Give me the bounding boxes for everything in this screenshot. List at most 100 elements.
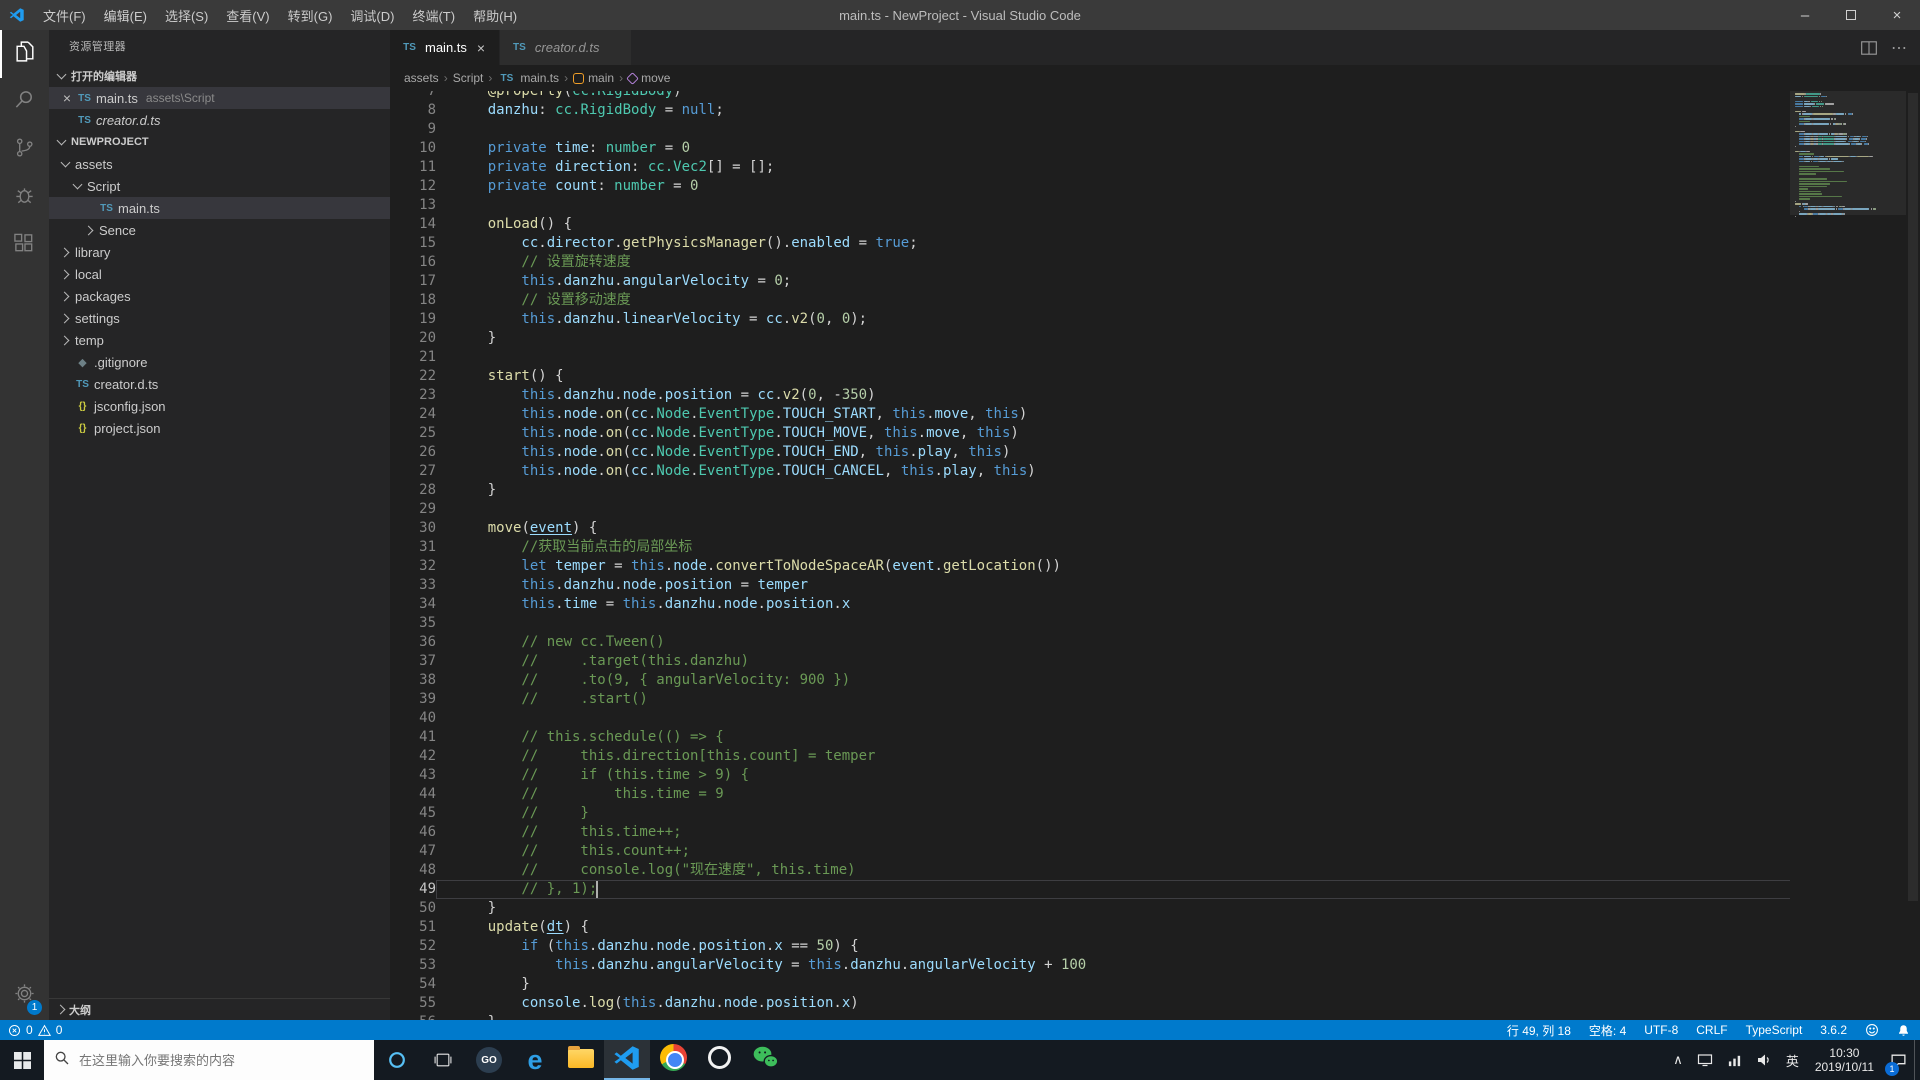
tray-expand-icon[interactable]: ∧ xyxy=(1666,1040,1690,1080)
code-line-36[interactable]: 36 // new cc.Tween() xyxy=(390,633,1920,652)
code-line-27[interactable]: 27 this.node.on(cc.Node.EventType.TOUCH_… xyxy=(390,462,1920,481)
open-editors-header[interactable]: 打开的编辑器 xyxy=(49,65,390,87)
code-line-40[interactable]: 40 xyxy=(390,709,1920,728)
line-number[interactable]: 26 xyxy=(390,443,436,462)
menu-item-3[interactable]: 查看(V) xyxy=(217,0,278,30)
line-number[interactable]: 8 xyxy=(390,101,436,120)
code-line-31[interactable]: 31 //获取当前点击的局部坐标 xyxy=(390,538,1920,557)
line-number[interactable]: 33 xyxy=(390,576,436,595)
tree-item-main-ts[interactable]: TS main.ts xyxy=(49,197,390,219)
line-number[interactable]: 38 xyxy=(390,671,436,690)
tree-item-gitignore[interactable]: ◆ .gitignore xyxy=(49,351,390,373)
code-line-18[interactable]: 18 // 设置移动速度 xyxy=(390,291,1920,310)
tree-item-jsconfig-json[interactable]: {} jsconfig.json xyxy=(49,395,390,417)
code-line-43[interactable]: 43 // if (this.time > 9) { xyxy=(390,766,1920,785)
code-line-38[interactable]: 38 // .to(9, { angularVelocity: 900 }) xyxy=(390,671,1920,690)
line-number[interactable]: 42 xyxy=(390,747,436,766)
code-line-52[interactable]: 52 if (this.danzhu.node.position.x == 50… xyxy=(390,937,1920,956)
code-line-24[interactable]: 24 this.node.on(cc.Node.EventType.TOUCH_… xyxy=(390,405,1920,424)
split-editor-icon[interactable] xyxy=(1856,35,1882,61)
notification-center-icon[interactable]: 1 xyxy=(1883,1040,1914,1080)
search-input[interactable] xyxy=(79,1052,319,1068)
line-number[interactable]: 37 xyxy=(390,652,436,671)
activity-source-control[interactable] xyxy=(0,126,49,174)
tab-main-ts[interactable]: TS main.ts × xyxy=(390,30,500,65)
code-line-32[interactable]: 32 let temper = this.node.convertToNodeS… xyxy=(390,557,1920,576)
status-cursor-position[interactable]: 行 49, 列 18 xyxy=(1507,1022,1571,1039)
volume-icon[interactable] xyxy=(1749,1040,1779,1080)
line-number[interactable]: 34 xyxy=(390,595,436,614)
tree-item-assets[interactable]: assets xyxy=(49,153,390,175)
close-icon[interactable]: × xyxy=(59,90,75,106)
line-number[interactable]: 25 xyxy=(390,424,436,443)
line-number[interactable]: 41 xyxy=(390,728,436,747)
status-language-mode[interactable]: TypeScript xyxy=(1746,1023,1803,1037)
breadcrumb-item-main-ts[interactable]: TS main.ts xyxy=(497,71,559,85)
activity-search[interactable] xyxy=(0,78,49,126)
taskbar-search[interactable] xyxy=(44,1040,374,1080)
code-line-10[interactable]: 10 private time: number = 0 xyxy=(390,139,1920,158)
line-number[interactable]: 53 xyxy=(390,956,436,975)
code-line-15[interactable]: 15 cc.director.getPhysicsManager().enabl… xyxy=(390,234,1920,253)
code-line-39[interactable]: 39 // .start() xyxy=(390,690,1920,709)
code-line-56[interactable]: 56 } xyxy=(390,1013,1920,1020)
line-number[interactable]: 40 xyxy=(390,709,436,728)
code-line-28[interactable]: 28 } xyxy=(390,481,1920,500)
line-number[interactable]: 30 xyxy=(390,519,436,538)
code-line-19[interactable]: 19 this.danzhu.linearVelocity = cc.v2(0,… xyxy=(390,310,1920,329)
code-line-7[interactable]: 7 @property(cc.RigidBody) xyxy=(390,91,1920,101)
tree-item-creator-d-ts[interactable]: TS creator.d.ts xyxy=(49,373,390,395)
line-number[interactable]: 32 xyxy=(390,557,436,576)
line-number[interactable]: 21 xyxy=(390,348,436,367)
code-line-35[interactable]: 35 xyxy=(390,614,1920,633)
code-line-20[interactable]: 20 } xyxy=(390,329,1920,348)
line-number[interactable]: 18 xyxy=(390,291,436,310)
breadcrumb-item-assets[interactable]: assets xyxy=(404,71,439,85)
line-number[interactable]: 24 xyxy=(390,405,436,424)
tree-item-project-json[interactable]: {} project.json xyxy=(49,417,390,439)
code-line-14[interactable]: 14 onLoad() { xyxy=(390,215,1920,234)
line-number[interactable]: 16 xyxy=(390,253,436,272)
line-number[interactable]: 31 xyxy=(390,538,436,557)
line-number[interactable]: 23 xyxy=(390,386,436,405)
activity-settings[interactable]: 1 xyxy=(0,972,49,1020)
code-line-9[interactable]: 9 xyxy=(390,120,1920,139)
line-number[interactable]: 29 xyxy=(390,500,436,519)
status-indentation[interactable]: 空格: 4 xyxy=(1589,1022,1626,1039)
taskbar-clock[interactable]: 10:30 2019/10/11 xyxy=(1806,1040,1883,1080)
taskbar-app-ring[interactable] xyxy=(696,1040,742,1080)
maximize-button[interactable] xyxy=(1828,0,1874,30)
menu-item-2[interactable]: 选择(S) xyxy=(156,0,217,30)
line-number[interactable]: 19 xyxy=(390,310,436,329)
code-line-48[interactable]: 48 // console.log("现在速度", this.time) xyxy=(390,861,1920,880)
line-number[interactable]: 9 xyxy=(390,120,436,139)
menu-item-0[interactable]: 文件(F) xyxy=(34,0,95,30)
status-version[interactable]: 3.6.2 xyxy=(1820,1023,1847,1037)
scrollbar-thumb[interactable] xyxy=(1908,93,1918,902)
line-number[interactable]: 17 xyxy=(390,272,436,291)
code-line-53[interactable]: 53 this.danzhu.angularVelocity = this.da… xyxy=(390,956,1920,975)
status-encoding[interactable]: UTF-8 xyxy=(1644,1023,1678,1037)
cortana-button[interactable] xyxy=(374,1040,420,1080)
taskbar-app-edge[interactable]: e xyxy=(512,1040,558,1080)
code-line-11[interactable]: 11 private direction: cc.Vec2[] = []; xyxy=(390,158,1920,177)
code-line-21[interactable]: 21 xyxy=(390,348,1920,367)
more-actions-icon[interactable]: ⋯ xyxy=(1886,35,1912,61)
line-number[interactable]: 47 xyxy=(390,842,436,861)
close-button[interactable]: × xyxy=(1874,0,1920,30)
line-number[interactable]: 48 xyxy=(390,861,436,880)
code-line-22[interactable]: 22 start() { xyxy=(390,367,1920,386)
line-number[interactable]: 7 xyxy=(390,91,436,101)
line-number[interactable]: 36 xyxy=(390,633,436,652)
line-number[interactable]: 15 xyxy=(390,234,436,253)
status-eol[interactable]: CRLF xyxy=(1696,1023,1727,1037)
line-number[interactable]: 35 xyxy=(390,614,436,633)
close-icon[interactable]: × xyxy=(473,40,489,56)
activity-explorer[interactable] xyxy=(0,30,49,78)
code-line-12[interactable]: 12 private count: number = 0 xyxy=(390,177,1920,196)
code-line-8[interactable]: 8 danzhu: cc.RigidBody = null; xyxy=(390,101,1920,120)
menu-item-5[interactable]: 调试(D) xyxy=(341,0,403,30)
line-number[interactable]: 54 xyxy=(390,975,436,994)
activity-extensions[interactable] xyxy=(0,222,49,270)
code-line-23[interactable]: 23 this.danzhu.node.position = cc.v2(0, … xyxy=(390,386,1920,405)
